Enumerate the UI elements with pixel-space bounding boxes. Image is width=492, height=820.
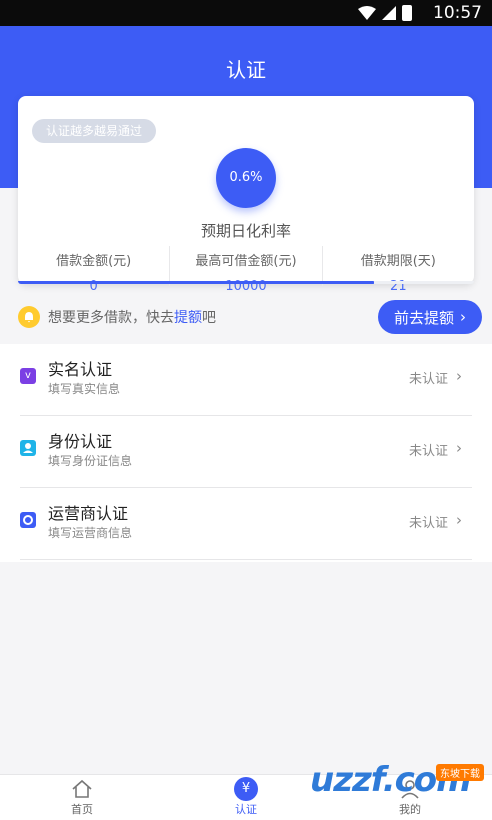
divider	[20, 559, 472, 560]
page-title: 认证	[226, 58, 266, 82]
item-subtitle: 填写身份证信息	[48, 454, 133, 468]
status-text: 未认证	[408, 372, 448, 387]
wifi-icon	[358, 6, 376, 20]
item-subtitle: 填写真实信息	[48, 382, 121, 396]
chevron-right-icon: ›	[456, 439, 462, 457]
progress-fill	[18, 281, 374, 284]
notice-prefix: 想要更多借款，快去	[48, 310, 174, 326]
tab-label: 认证	[235, 803, 257, 816]
battery-icon	[402, 5, 412, 21]
status-time: 10:57	[433, 3, 482, 23]
list-item-identity[interactable]: 身份认证 填写身份证信息 未认证 ›	[0, 416, 492, 488]
hint-tag: 认证越多越易通过	[32, 119, 157, 143]
id-person-icon	[20, 440, 36, 456]
item-title: 实名认证	[48, 360, 113, 379]
auth-list: v 实名认证 填写真实信息 未认证 › 身份认证 填写身份证信息 未认证 › 运…	[0, 344, 492, 562]
list-item-operator[interactable]: 运营商认证 填写运营商信息 未认证 ›	[0, 488, 492, 560]
bell-icon	[18, 306, 40, 328]
tab-auth[interactable]: ¥ 认证	[196, 777, 296, 820]
item-title: 身份认证	[48, 432, 113, 451]
yen-icon: ¥	[234, 777, 258, 801]
raise-limit-label: 前去提额	[393, 308, 454, 327]
status-text: 未认证	[408, 516, 448, 531]
loan-summary-card: 认证越多越易通过 0.6% 预期日化利率 借款金额(元) 0 最高可借金额(元)…	[18, 96, 474, 294]
stat-label: 借款期限(天)	[360, 254, 436, 269]
home-icon	[72, 779, 92, 798]
chevron-right-icon: ›	[456, 367, 462, 385]
watermark-tag: 东坡下载	[436, 764, 484, 781]
stat-loan-amount: 借款金额(元) 0	[18, 246, 171, 294]
chevron-right-icon: ›	[456, 511, 462, 529]
status-text: 未认证	[408, 444, 448, 459]
chevron-right-icon: ›	[460, 308, 466, 326]
operator-icon	[20, 512, 36, 528]
item-title: 运营商认证	[48, 504, 129, 523]
watermark-logo: uzzf.com 东坡下载	[306, 758, 492, 820]
item-subtitle: 填写运营商信息	[48, 526, 133, 540]
stat-label: 最高可借金额(元)	[195, 254, 297, 269]
stat-loan-term: 借款期限(天) 21	[323, 246, 474, 294]
v-icon: v	[20, 368, 36, 384]
rate-label: 预期日化利率	[200, 222, 291, 240]
notice-highlight[interactable]: 提额	[174, 310, 202, 326]
rate-circle: 0.6%	[216, 148, 276, 208]
raise-limit-button[interactable]: 前去提额 ›	[378, 300, 482, 334]
tab-home[interactable]: 首页	[32, 777, 132, 820]
notice-text: 想要更多借款，快去提额吧	[48, 307, 216, 327]
progress-bar	[18, 281, 474, 284]
tab-label: 首页	[71, 803, 93, 816]
stat-label: 借款金额(元)	[56, 254, 132, 269]
notice-suffix: 吧	[202, 310, 216, 326]
stat-max-amount: 最高可借金额(元) 10000	[170, 246, 323, 294]
status-bar: 10:57	[0, 0, 492, 26]
list-item-real-name[interactable]: v 实名认证 填写真实信息 未认证 ›	[0, 344, 492, 416]
signal-icon	[382, 6, 396, 20]
stats-row: 借款金额(元) 0 最高可借金额(元) 10000 借款期限(天) 21	[18, 246, 474, 294]
notice-row: 想要更多借款，快去提额吧	[18, 300, 368, 334]
